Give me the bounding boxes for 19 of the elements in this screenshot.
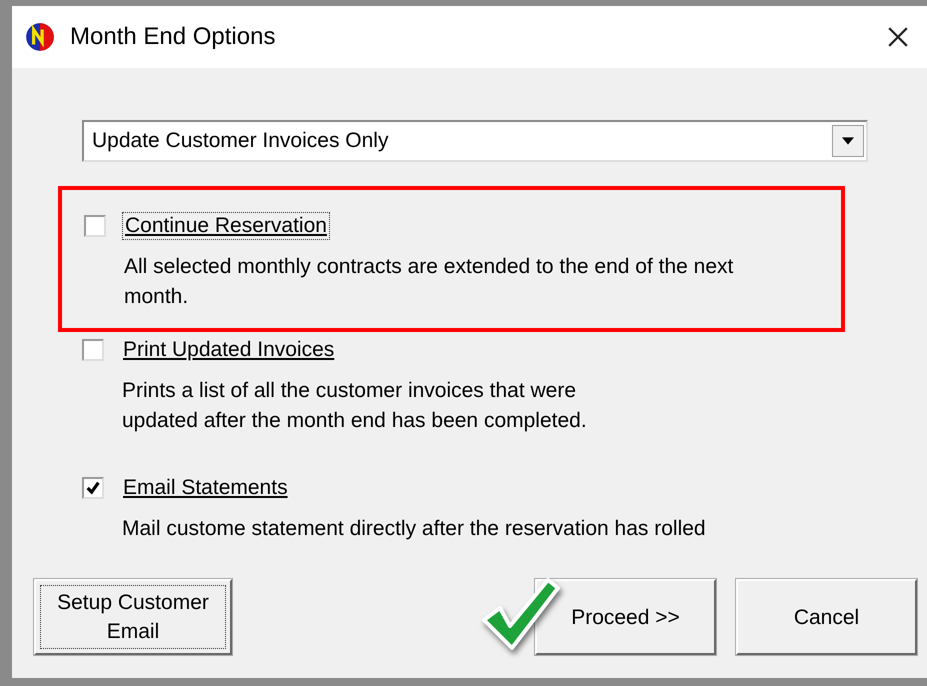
option-description: Mail custome statement directly after the reservation has rolled [122,516,707,542]
close-icon [887,26,909,48]
dialog-button[interactable]: Proceed >> [535,579,716,655]
checkbox[interactable] [84,215,106,237]
checkbox-label[interactable]: Email Statements [120,474,291,502]
tick-icon [85,480,101,496]
option-description: All selected monthly contracts are extended to the end of the next month. [124,254,734,310]
window-title: Month End Options [70,23,276,51]
checkbox-label[interactable]: Continue Reservation [122,212,330,240]
checkbox[interactable] [82,339,104,361]
dropdown[interactable]: Update Customer Invoices Only [82,120,868,162]
option-description: Prints a list of all the customer invoices that were updated after the month end has been completed. [122,378,588,434]
dialog-button[interactable]: Cancel [736,579,917,655]
app-logo-icon [24,21,56,53]
dropdown-arrow-button[interactable] [832,125,864,157]
caret-icon [842,137,854,145]
dialog-button[interactable]: Setup Customer Email [34,579,232,655]
checkbox[interactable] [82,477,104,499]
checkbox-label[interactable]: Print Updated Invoices [120,336,338,364]
